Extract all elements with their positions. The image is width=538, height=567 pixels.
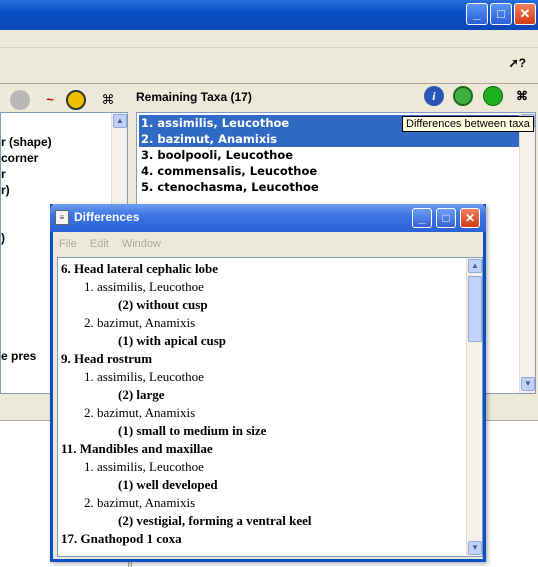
character-heading: 9. Head rostrum	[61, 351, 153, 366]
state-line: (2) without cusp	[118, 297, 208, 312]
differences-icon[interactable]	[453, 86, 474, 106]
character-heading: 6. Head lateral cephalic lobe	[61, 261, 219, 276]
differences-title: Differences	[74, 210, 140, 224]
taxon-line: 1. assimilis, Leucothoe	[84, 279, 204, 294]
info-icon[interactable]: i	[423, 86, 444, 106]
differences-window: ≡ Differences _ □ ✕ File Edit Window 6. …	[50, 204, 486, 562]
document-icon: ≡	[55, 210, 69, 225]
state-line: (2) large	[118, 387, 165, 402]
character-heading: 11. Mandibles and maxillae	[61, 441, 213, 456]
context-help-button[interactable]: ➚?	[509, 56, 526, 70]
state-line: (1) well developed	[118, 477, 218, 492]
taxa-row[interactable]: 2. bazimut, Anamixis	[139, 131, 519, 147]
list-item[interactable]: corner	[1, 151, 38, 165]
character-heading: 17. Gnathopod 1 coxa	[61, 531, 182, 546]
differences-menu-bar: File Edit Window	[53, 234, 483, 254]
gray-circle-icon[interactable]	[10, 90, 30, 110]
maximize-button[interactable]: □	[436, 208, 456, 228]
state-line: (1) with apical cusp	[118, 333, 226, 348]
list-item[interactable]: r	[1, 167, 6, 181]
tooltip: Differences between taxa	[402, 116, 534, 132]
differences-content[interactable]: 6. Head lateral cephalic lobe 1. assimili…	[57, 257, 483, 557]
main-toolbar: ➚?	[0, 48, 538, 84]
binoculars-icon[interactable]: ⌘	[512, 86, 532, 106]
differences-scrollbar[interactable]: ▲ ▼	[466, 258, 482, 556]
minimize-button[interactable]: _	[466, 3, 488, 25]
list-item[interactable]: e pres	[1, 349, 36, 363]
list-item[interactable]: r)	[1, 183, 10, 197]
remaining-taxa-title: Remaining Taxa (17)	[136, 90, 252, 104]
menu-file[interactable]: File	[59, 238, 77, 250]
scroll-down-button[interactable]: ▼	[521, 377, 535, 391]
scroll-up-button[interactable]: ▲	[468, 259, 482, 273]
taxa-row[interactable]: 5. ctenochasma, Leucothoe	[139, 179, 321, 195]
taxa-row[interactable]: 4. commensalis, Leucothoe	[139, 163, 319, 179]
minimize-button[interactable]: _	[412, 208, 432, 228]
menu-edit[interactable]: Edit	[90, 238, 109, 250]
differences-title-bar[interactable]: ≡ Differences _ □ ✕	[50, 204, 486, 232]
green-circle-icon[interactable]	[482, 86, 503, 106]
state-line: (2) vestigial, forming a ventral keel	[118, 513, 312, 528]
list-item[interactable]: r (shape)	[1, 135, 52, 149]
pointer-icon: ➚	[508, 56, 519, 70]
menu-window[interactable]: Window	[122, 238, 161, 250]
state-line: (1) small to medium in size	[118, 423, 267, 438]
binoculars-icon[interactable]: ⌘	[98, 90, 118, 110]
close-button[interactable]: ✕	[460, 208, 480, 228]
yellow-circle-icon[interactable]	[66, 90, 86, 110]
taxon-line: 2. bazimut, Anamixis	[84, 495, 196, 510]
taxon-line: 1. assimilis, Leucothoe	[84, 369, 204, 384]
characters-toolbar: ~ ⌘	[0, 84, 130, 112]
close-button[interactable]: ✕	[514, 3, 536, 25]
taxon-line: 1. assimilis, Leucothoe	[84, 459, 204, 474]
scroll-down-button[interactable]: ▼	[468, 541, 482, 555]
taxa-row[interactable]: 3. boolpooli, Leucothoe	[139, 147, 295, 163]
menu-bar	[0, 30, 538, 48]
main-title-bar[interactable]: _ □ ✕	[0, 0, 538, 30]
taxon-line: 2. bazimut, Anamixis	[84, 315, 196, 330]
list-item[interactable]: )	[1, 231, 5, 245]
scroll-thumb[interactable]	[468, 276, 482, 342]
scroll-up-button[interactable]: ▲	[113, 114, 127, 128]
tilde-icon[interactable]: ~	[40, 90, 60, 110]
maximize-button[interactable]: □	[490, 3, 512, 25]
taxon-line: 2. bazimut, Anamixis	[84, 405, 196, 420]
taxa-toolbar: i ⌘	[418, 86, 532, 110]
taxa-scrollbar[interactable]: ▲ ▼	[519, 113, 535, 393]
